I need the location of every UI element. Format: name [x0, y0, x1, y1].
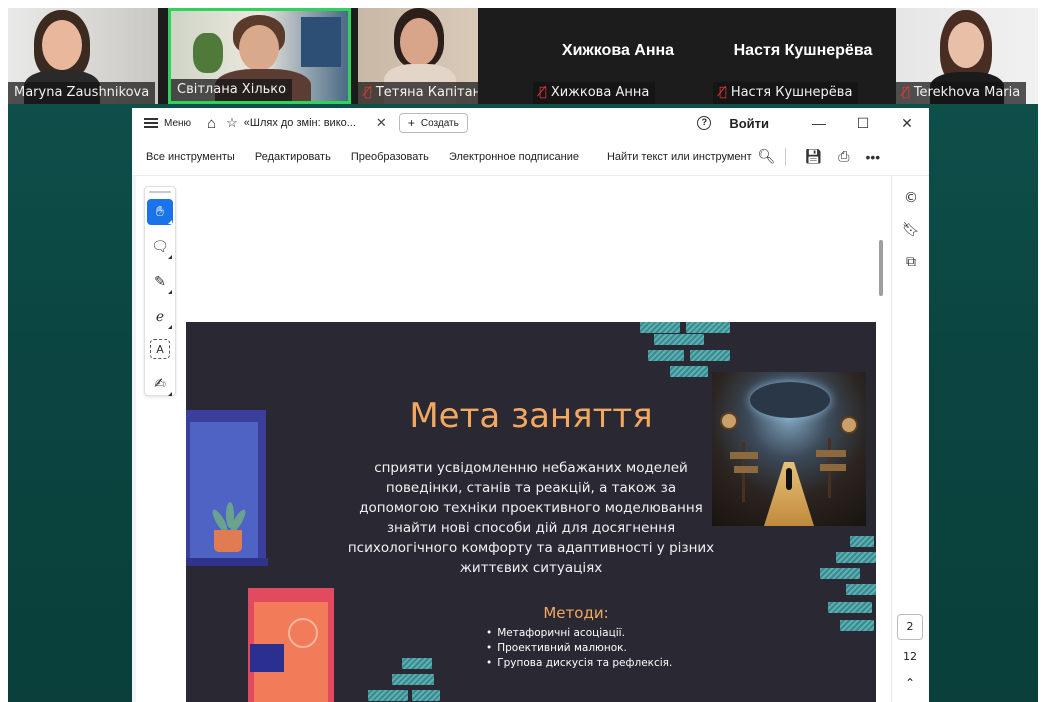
- document-canvas: ✋︎ 🗨︎ ✎ ℯ A ✍︎ Мета заняття сприяти усві…: [132, 176, 929, 702]
- brick-decoration: [640, 322, 680, 333]
- comments-panel-icon[interactable]: ©︎: [892, 182, 930, 214]
- help-icon[interactable]: ?: [697, 116, 712, 130]
- esign-button[interactable]: Электронное подписание: [449, 151, 579, 163]
- slide-body-text: сприяти усвідомленню небажаних моделей п…: [347, 460, 715, 576]
- total-pages: 12: [903, 650, 917, 663]
- pages-icon[interactable]: ⧉: [892, 246, 930, 278]
- participant-tile[interactable]: 🎙̸ Тетяна Капітан: [358, 8, 478, 104]
- brick-decoration: [840, 620, 874, 631]
- print-icon[interactable]: ⎙: [838, 148, 849, 165]
- find-label: Найти текст или инструмент: [606, 150, 752, 163]
- quick-tools-panel: ✋︎ 🗨︎ ✎ ℯ A ✍︎: [144, 186, 176, 396]
- star-icon[interactable]: ☆: [226, 115, 238, 131]
- list-item: Метафоричні асоціації.: [486, 626, 726, 641]
- login-button[interactable]: Войти: [729, 116, 769, 131]
- presentation-slide: Мета заняття сприяти усвідомленню небажа…: [186, 322, 876, 702]
- participant-tile[interactable]: Настя Кушнерёва 🎙̸ Настя Кушнерёва: [713, 8, 893, 104]
- brick-decoration: [690, 350, 730, 361]
- maximize-button[interactable]: ☐: [841, 115, 885, 132]
- text-box-icon[interactable]: A: [150, 339, 170, 359]
- home-icon[interactable]: ⌂: [207, 115, 216, 132]
- minimize-button[interactable]: —: [797, 115, 841, 131]
- mic-off-icon: 🎙̸: [902, 85, 910, 100]
- methods-heading: Методи:: [543, 604, 609, 622]
- brick-decoration: [828, 602, 872, 613]
- chevron-up-icon[interactable]: ⌃: [897, 676, 923, 690]
- participant-name: Maryna Zaushnikova: [8, 82, 156, 104]
- plus-icon: +: [407, 116, 415, 130]
- drag-handle[interactable]: [149, 191, 171, 193]
- comment-icon[interactable]: 🗨︎: [147, 234, 173, 260]
- crossroads-illustration: [712, 372, 866, 526]
- hand-icon[interactable]: ✋︎: [147, 199, 173, 225]
- brick-decoration: [836, 552, 876, 563]
- convert-button[interactable]: Преобразовать: [351, 151, 429, 163]
- close-tab-icon[interactable]: ✕: [376, 115, 387, 131]
- participant-strip: Maryna Zaushnikova Світлана Хілько 🎙̸ Те…: [8, 8, 1038, 104]
- slide-title: Мета заняття: [409, 396, 653, 436]
- brick-decoration: [820, 568, 860, 579]
- title-bar: Меню ⌂ ☆ «Шлях до змін: вико... ✕ + Созд…: [132, 108, 929, 138]
- window-illustration: [186, 410, 268, 566]
- bookmarks-icon[interactable]: 🔖︎: [892, 214, 930, 246]
- participant-name: 🎙̸ Хижкова Анна: [533, 82, 656, 104]
- document-tab[interactable]: ☆ «Шлях до змін: вико... ✕: [226, 115, 387, 131]
- brick-decoration: [648, 350, 684, 361]
- brick-decoration: [654, 334, 704, 345]
- find-tool-search[interactable]: Найти текст или инструмент 🔍︎: [607, 148, 775, 165]
- shelf-illustration: [248, 588, 334, 702]
- brick-decoration: [392, 674, 434, 685]
- search-icon: 🔍︎: [757, 148, 776, 164]
- create-button[interactable]: + Создать: [398, 113, 468, 133]
- brick-decoration: [670, 366, 708, 377]
- participant-name: 🎙̸ Тетяна Капітан: [358, 82, 478, 104]
- participant-tile-active-speaker[interactable]: Світлана Хілько: [168, 8, 351, 104]
- edit-button[interactable]: Редактировать: [255, 151, 331, 163]
- brick-decoration: [686, 322, 730, 333]
- participant-name: 🎙̸ Настя Кушнерёва: [713, 82, 859, 104]
- more-options-icon[interactable]: •••: [865, 149, 880, 165]
- participant-tile[interactable]: Хижкова Анна 🎙̸ Хижкова Анна: [533, 8, 703, 104]
- close-window-button[interactable]: ✕: [885, 115, 929, 132]
- list-item: Групова дискусія та рефлексія.: [486, 656, 726, 671]
- participant-tile[interactable]: Maryna Zaushnikova: [8, 8, 158, 104]
- main-toolbar: Все инструменты Редактировать Преобразов…: [132, 138, 929, 176]
- brick-decoration: [402, 658, 432, 669]
- list-item: Проективний малюнок.: [486, 641, 726, 656]
- pen-icon[interactable]: ✎: [147, 269, 173, 295]
- mic-off-icon: 🎙̸: [719, 85, 727, 100]
- mic-off-icon: 🎙̸: [364, 85, 372, 100]
- participant-placeholder-name: Хижкова Анна: [561, 42, 675, 59]
- vertical-scrollbar[interactable]: [879, 240, 883, 296]
- menu-button[interactable]: Меню: [144, 118, 191, 129]
- brick-decoration: [368, 690, 408, 701]
- right-side-panel: ©︎ 🔖︎ ⧉ 2 12 ⌃: [891, 176, 929, 702]
- create-label: Создать: [420, 117, 459, 129]
- screen: Maryna Zaushnikova Світлана Хілько 🎙̸ Те…: [0, 0, 1046, 702]
- mic-off-icon: 🎙̸: [539, 85, 547, 100]
- all-tools-button[interactable]: Все инструменты: [146, 151, 235, 163]
- lasso-icon[interactable]: ℯ: [147, 304, 173, 330]
- participant-tile[interactable]: 🎙̸ Terekhova Maria: [896, 8, 1038, 104]
- title-bar-right: ? Войти — ☐ ✕: [697, 108, 929, 138]
- participant-name: Світлана Хілько: [171, 79, 293, 101]
- menu-label: Меню: [164, 117, 192, 129]
- divider: [785, 147, 787, 166]
- brick-decoration: [412, 690, 440, 701]
- participant-name: 🎙̸ Terekhova Maria: [896, 82, 1027, 104]
- stamp-icon[interactable]: ✍︎: [147, 371, 173, 397]
- brick-decoration: [850, 536, 874, 547]
- save-icon[interactable]: 💾︎: [804, 148, 822, 165]
- brick-decoration: [846, 584, 876, 595]
- methods-list: Метафоричні асоціації. Проективний малюн…: [486, 626, 726, 671]
- hamburger-icon: [144, 118, 158, 128]
- pdf-viewer-window: Меню ⌂ ☆ «Шлях до змін: вико... ✕ + Созд…: [132, 108, 929, 702]
- tab-title: «Шлях до змін: вико...: [243, 117, 356, 129]
- participant-placeholder-name: Настя Кушнерёва: [733, 42, 873, 59]
- current-page-field[interactable]: 2: [897, 614, 923, 640]
